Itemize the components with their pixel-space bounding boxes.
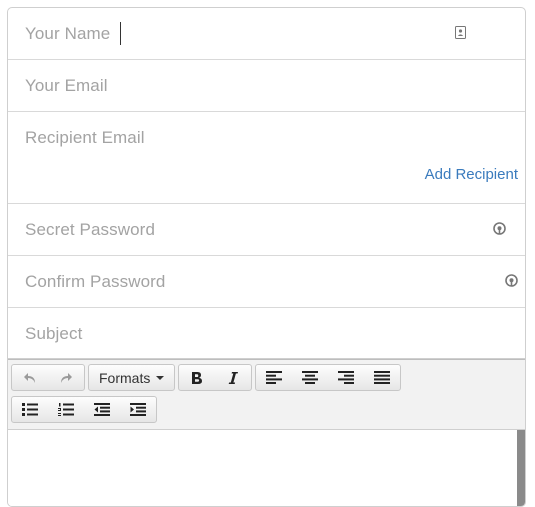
redo-icon: [61, 372, 72, 383]
toolbar-row-1: Formats: [11, 364, 525, 393]
subject-field[interactable]: Subject: [8, 308, 525, 359]
formats-label: Formats: [99, 369, 151, 386]
bullet-list-button[interactable]: [12, 397, 48, 422]
align-right-icon: [338, 371, 355, 384]
name-placeholder: Your Name: [25, 24, 111, 43]
recipient-email-field[interactable]: Recipient Email Add Recipient: [8, 112, 525, 204]
outdent-icon: [94, 403, 110, 416]
secret-password-field[interactable]: Secret Password: [8, 204, 525, 256]
name-field[interactable]: Your Name: [8, 8, 525, 60]
add-recipient-link[interactable]: Add Recipient: [425, 166, 518, 183]
bold-button[interactable]: [179, 365, 215, 390]
recipient-placeholder: Recipient Email: [25, 128, 145, 147]
numbered-list-button[interactable]: [48, 397, 84, 422]
email-placeholder: Your Email: [25, 76, 108, 95]
send-secret-form: Your Name Your Email Recipient Email Add…: [7, 7, 526, 507]
undo-icon: [24, 372, 35, 383]
indent-icon: [130, 403, 146, 416]
outdent-button[interactable]: [84, 397, 120, 422]
italic-icon: [229, 371, 239, 384]
confirm-password-placeholder: Confirm Password: [25, 272, 166, 291]
confirm-password-field[interactable]: Confirm Password: [8, 256, 525, 308]
toolbar-row-2: [11, 396, 525, 425]
formats-dropdown[interactable]: Formats: [89, 365, 174, 390]
align-center-button[interactable]: [292, 365, 328, 390]
align-justify-button[interactable]: [364, 365, 400, 390]
formats-group: Formats: [88, 364, 176, 391]
redo-button[interactable]: [48, 365, 84, 390]
history-group: [11, 364, 85, 391]
undo-button[interactable]: [12, 365, 48, 390]
align-left-button[interactable]: [256, 365, 292, 390]
text-style-group: [178, 364, 253, 391]
rich-text-toolbar: Formats: [8, 359, 525, 429]
numbered-list-icon: [58, 403, 74, 416]
password-visibility-icon[interactable]: [493, 222, 506, 235]
bold-icon: [192, 371, 203, 384]
align-center-icon: [302, 371, 319, 384]
editor-scrollbar[interactable]: [517, 430, 525, 506]
message-body-editor[interactable]: [8, 429, 525, 506]
align-left-icon: [266, 371, 283, 384]
indent-button[interactable]: [120, 397, 156, 422]
alignment-group: [255, 364, 402, 391]
align-right-button[interactable]: [328, 365, 364, 390]
password-placeholder: Secret Password: [25, 220, 155, 239]
italic-button[interactable]: [215, 365, 251, 390]
email-field[interactable]: Your Email: [8, 60, 525, 112]
subject-placeholder: Subject: [25, 324, 83, 343]
align-justify-icon: [374, 371, 391, 384]
bullet-list-icon: [22, 403, 38, 416]
contact-card-icon[interactable]: [455, 26, 466, 39]
confirm-password-visibility-icon[interactable]: [505, 274, 518, 287]
list-group: [11, 396, 157, 423]
chevron-down-icon: [156, 375, 165, 380]
text-cursor: [120, 22, 121, 45]
